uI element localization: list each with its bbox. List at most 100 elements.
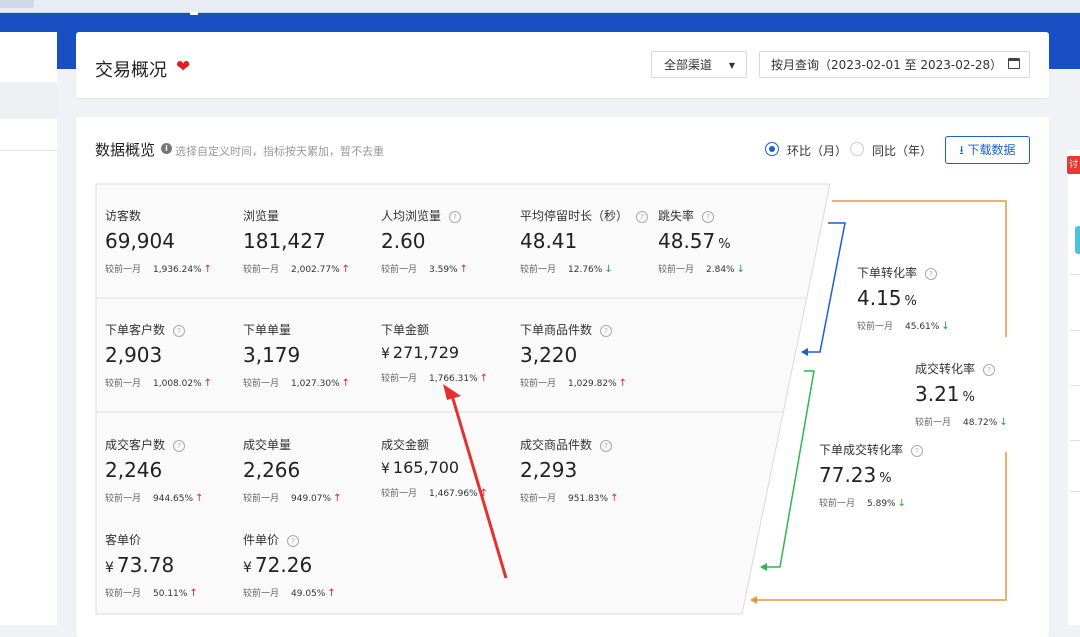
metric-label: 客单价 xyxy=(105,533,142,547)
metric-compare: 较前一月 1,029.82% ↑ xyxy=(520,376,627,389)
metric-value-number: 77.23 xyxy=(819,463,877,487)
metric-unit: % xyxy=(718,237,731,252)
metric-compare: 较前一月 45.61% ↓ xyxy=(857,319,950,332)
compare-label: 较前一月 xyxy=(381,489,418,499)
metric-label-text: 成交商品件数 xyxy=(520,438,593,452)
compare-pct: 1,008.02% xyxy=(153,379,202,389)
arrow-down-icon: ↓ xyxy=(941,321,950,332)
compare-label: 较前一月 xyxy=(105,265,142,275)
metric-pv-per-user: 人均浏览量? 2.60 较前一月 3.59% ↑ xyxy=(381,207,468,275)
help-icon[interactable]: ? xyxy=(911,445,924,457)
compare-label: 较前一月 xyxy=(520,265,557,275)
metric-label-text: 下单转化率 xyxy=(857,266,918,280)
compare-pct: 5.89% xyxy=(867,499,896,509)
metric-compare: 较前一月 2,002.77% ↑ xyxy=(243,262,350,275)
section-title: 数据概览 xyxy=(95,141,156,159)
radio-mom-label[interactable]: 环比（月） xyxy=(787,142,847,159)
compare-label: 较前一月 xyxy=(243,589,280,599)
metric-label: 下单单量 xyxy=(243,323,292,337)
metric-value: 3.21% xyxy=(915,382,1008,406)
download-label: 下载数据 xyxy=(967,143,1016,157)
metric-compare: 较前一月 49.05% ↑ xyxy=(243,586,336,599)
compare-pct: 2.84% xyxy=(706,265,735,275)
currency-symbol: ¥ xyxy=(381,346,390,362)
metric-value: 2,293 xyxy=(520,458,578,482)
metric-compare: 较前一月 5.89% ↓ xyxy=(819,496,923,509)
metric-label: 人均浏览量? xyxy=(381,207,468,224)
metric-value: ¥165,700 xyxy=(381,458,488,477)
browser-tab[interactable] xyxy=(0,0,34,8)
sidebar-divider xyxy=(0,150,57,151)
metric-label: 平均停留时长（秒）? xyxy=(520,207,649,224)
browser-tab-strip xyxy=(0,0,1080,13)
arrow-up-icon: ↑ xyxy=(341,378,351,389)
compare-pct: 50.11% xyxy=(153,589,188,599)
right-divider xyxy=(1070,440,1080,441)
help-icon[interactable]: ? xyxy=(287,535,300,547)
metric-compare: 较前一月 48.72% ↓ xyxy=(915,415,1008,428)
metric-compare: 较前一月 1,027.30% ↑ xyxy=(243,376,350,389)
sidebar-item-selected[interactable] xyxy=(0,82,57,119)
help-icon[interactable]: ? xyxy=(702,211,715,223)
help-icon[interactable]: ? xyxy=(600,440,613,452)
metric-label: 成交单量 xyxy=(243,438,292,452)
arrow-down-icon: ↓ xyxy=(999,417,1008,428)
metric-deal-items: 成交商品件数? 2,293 较前一月 951.83% ↑ xyxy=(520,436,618,504)
right-badge[interactable]: 讨 xyxy=(1067,156,1080,174)
metric-value: 69,904 xyxy=(105,229,175,253)
compare-label: 较前一月 xyxy=(520,494,557,504)
help-icon[interactable]: ? xyxy=(449,211,462,223)
arrow-up-icon: ↑ xyxy=(203,264,213,275)
metric-value: ¥271,729 xyxy=(381,343,488,362)
compare-pct: 49.05% xyxy=(291,589,326,599)
metric-value: 3,220 xyxy=(520,343,578,367)
metric-value-number: 271,729 xyxy=(392,343,460,362)
metric-value-number: 165,700 xyxy=(392,458,460,477)
heart-icon[interactable]: ❤ xyxy=(176,57,190,77)
metric-value-number: 73.78 xyxy=(116,553,175,577)
metric-label-text: 件单价 xyxy=(243,533,280,547)
help-icon[interactable]: ? xyxy=(600,325,613,337)
radio-mom[interactable] xyxy=(765,142,779,156)
compare-label: 较前一月 xyxy=(105,494,142,504)
currency-symbol: ¥ xyxy=(381,461,390,477)
metric-value-number: 48.57 xyxy=(658,229,716,253)
compare-pct: 944.65% xyxy=(153,494,194,504)
date-range-picker[interactable]: 按月查询（2023-02-01 至 2023-02-28） xyxy=(759,51,1030,78)
channel-select[interactable]: 全部渠道 ▼ xyxy=(651,51,747,78)
right-float-button[interactable] xyxy=(1075,226,1080,254)
metric-unit: % xyxy=(962,390,975,405)
metric-value: 181,427 xyxy=(243,229,326,253)
channel-select-value: 全部渠道 xyxy=(664,58,713,72)
download-icon: ⭳ xyxy=(959,143,964,157)
arrow-up-icon: ↑ xyxy=(479,488,489,499)
arrow-down-icon: ↓ xyxy=(897,498,906,509)
metric-label-text: 下单商品件数 xyxy=(520,323,593,337)
metric-value: 2,246 xyxy=(105,458,163,482)
radio-yoy-label[interactable]: 同比（年） xyxy=(872,142,932,159)
metric-value: 77.23% xyxy=(819,463,923,487)
metric-value: 3,179 xyxy=(243,343,301,367)
metric-label: 件单价? xyxy=(243,531,336,548)
help-icon[interactable]: ? xyxy=(925,268,938,280)
download-button[interactable]: ⭳ 下载数据 xyxy=(945,136,1030,164)
help-icon[interactable]: ? xyxy=(636,211,649,223)
header-marker xyxy=(190,12,198,15)
metric-order-items: 下单商品件数? 3,220 较前一月 1,029.82% ↑ xyxy=(520,321,627,389)
help-icon[interactable]: ? xyxy=(983,364,996,376)
left-sidebar xyxy=(0,32,57,625)
help-icon[interactable]: ? xyxy=(173,325,186,337)
metric-value: 48.41 xyxy=(520,229,578,253)
compare-pct: 1,029.82% xyxy=(568,379,617,389)
right-divider xyxy=(1070,330,1080,331)
radio-yoy[interactable] xyxy=(850,142,864,156)
currency-symbol: ¥ xyxy=(105,560,114,576)
help-icon[interactable]: ? xyxy=(173,440,186,452)
arrow-up-icon: ↑ xyxy=(459,264,468,275)
metric-order-amount: 下单金额 ¥271,729 较前一月 1,766.31% ↑ xyxy=(381,321,488,384)
metric-label: 下单金额 xyxy=(381,323,430,337)
compare-label: 较前一月 xyxy=(819,499,856,509)
arrow-up-icon: ↑ xyxy=(610,493,619,504)
compare-label: 较前一月 xyxy=(243,379,280,389)
metric-visitors: 访客数 69,904 较前一月 1,936.24% ↑ xyxy=(105,207,212,275)
